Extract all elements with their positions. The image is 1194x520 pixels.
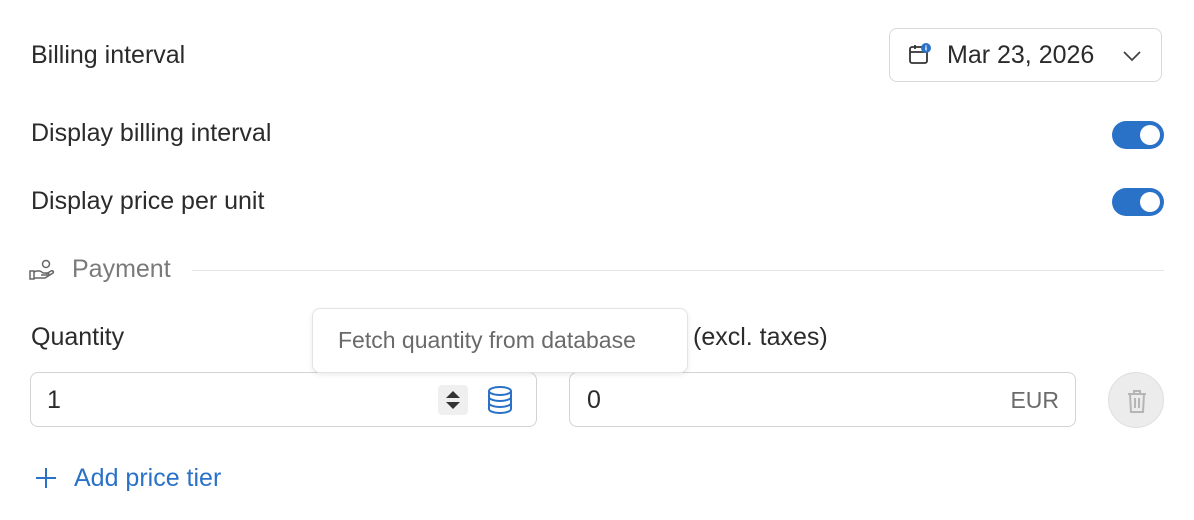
tooltip-text: Fetch quantity from database bbox=[338, 327, 636, 353]
database-tooltip: Fetch quantity from database bbox=[312, 308, 688, 373]
price-input[interactable]: 0 EUR bbox=[569, 372, 1076, 427]
stepper-up-icon[interactable] bbox=[446, 391, 460, 398]
display-billing-interval-toggle[interactable] bbox=[1112, 121, 1164, 149]
billing-interval-label: Billing interval bbox=[31, 41, 186, 69]
quantity-label: Quantity bbox=[31, 323, 125, 351]
plus-icon bbox=[36, 468, 56, 488]
chevron-down-icon bbox=[1123, 51, 1141, 62]
add-price-tier-button[interactable]: Add price tier bbox=[35, 462, 221, 494]
price-label: (excl. taxes) bbox=[693, 323, 828, 351]
add-price-tier-label: Add price tier bbox=[74, 463, 222, 492]
stepper-down-icon[interactable] bbox=[446, 402, 460, 409]
toggle-knob bbox=[1140, 125, 1160, 145]
section-divider bbox=[192, 270, 1164, 271]
payment-section-label: Payment bbox=[72, 255, 171, 283]
display-price-per-unit-toggle[interactable] bbox=[1112, 188, 1164, 216]
calendar-icon bbox=[909, 43, 931, 64]
quantity-input[interactable]: 1 bbox=[30, 372, 537, 427]
date-value: Mar 23, 2026 bbox=[947, 41, 1095, 69]
hand-coin-icon bbox=[29, 259, 55, 280]
quantity-value: 1 bbox=[47, 386, 61, 414]
payment-section-header: Payment bbox=[29, 254, 1164, 286]
date-picker-button[interactable]: Mar 23, 2026 bbox=[889, 28, 1162, 82]
database-icon[interactable] bbox=[487, 386, 513, 414]
delete-tier-button[interactable] bbox=[1108, 372, 1164, 428]
display-price-per-unit-label: Display price per unit bbox=[31, 187, 265, 215]
quantity-stepper[interactable] bbox=[438, 385, 468, 415]
currency-suffix: EUR bbox=[1010, 387, 1059, 413]
toggle-knob bbox=[1140, 192, 1160, 212]
price-value: 0 bbox=[587, 386, 601, 414]
display-billing-interval-label: Display billing interval bbox=[31, 119, 272, 147]
trash-icon bbox=[1128, 390, 1146, 413]
